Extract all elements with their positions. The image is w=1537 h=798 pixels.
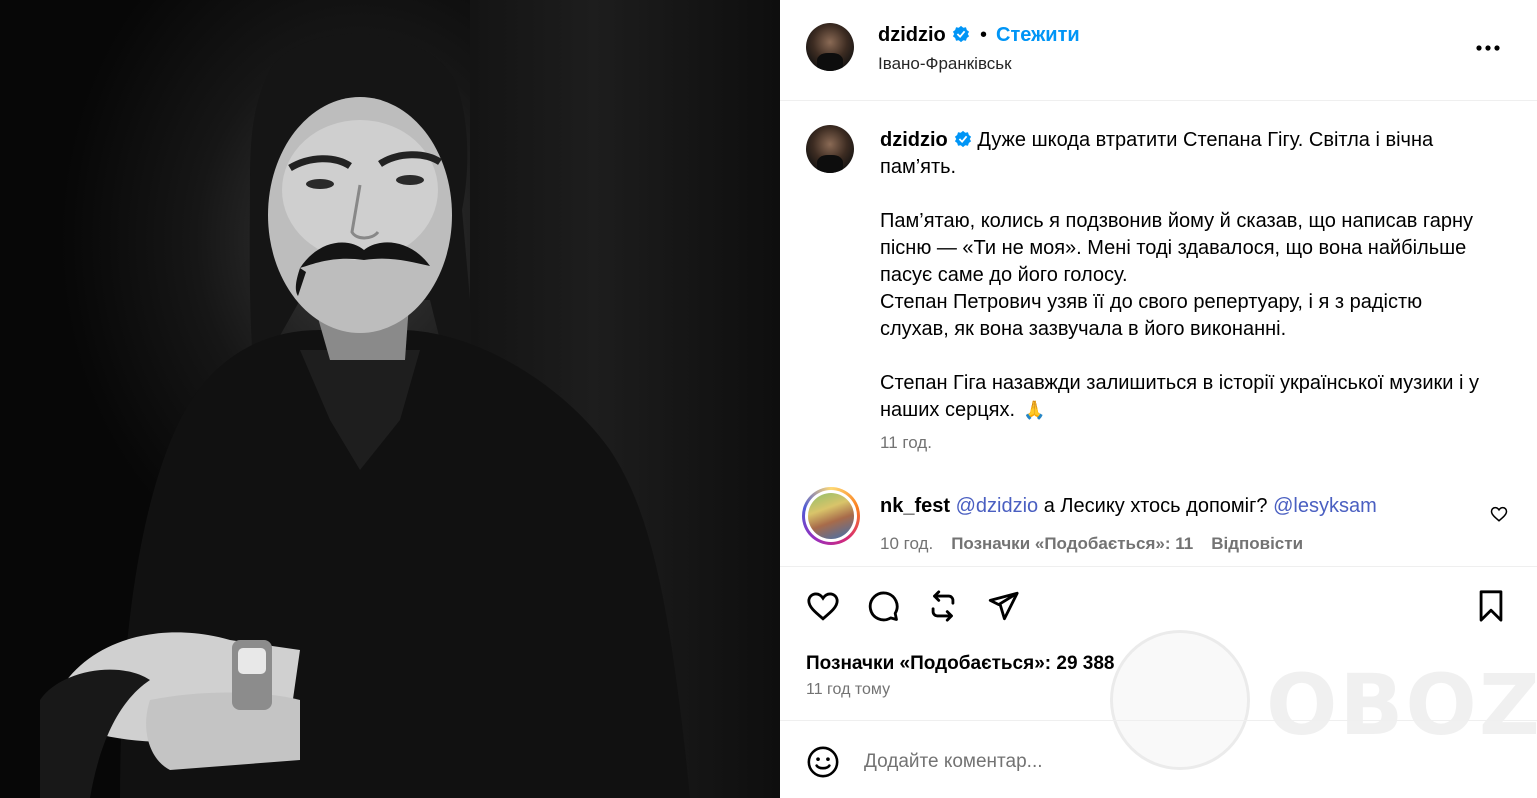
- reply-button[interactable]: Відповісти: [1211, 534, 1303, 553]
- post-details-panel: dzidzio • Стежити Івано-Франківськ dzidz…: [780, 0, 1537, 798]
- share-send-icon[interactable]: [986, 589, 1020, 623]
- comment-mention-2[interactable]: @lesyksam: [1273, 495, 1377, 517]
- add-comment-input[interactable]: [864, 745, 1424, 779]
- follow-button[interactable]: Стежити: [996, 24, 1080, 47]
- comment-bubble-icon[interactable]: [866, 589, 900, 623]
- comment-item: nk_fest @dzidzio а Лесику хтось допоміг?…: [780, 487, 1537, 553]
- comment-meta: 10 год. Позначки «Подобається»: 11 Відпові…: [880, 534, 1303, 554]
- save-bookmark-icon[interactable]: [1474, 589, 1508, 623]
- post-time-ago[interactable]: 11 год тому: [806, 681, 890, 699]
- comment-body: а Лесику хтось допоміг?: [1043, 495, 1268, 517]
- like-heart-icon[interactable]: [806, 589, 840, 623]
- post-likes-count[interactable]: Позначки «Подобається»: 29 388: [806, 653, 1115, 675]
- caption-text: dzidzio Дуже шкода втратити Степана Гігу…: [880, 127, 1490, 424]
- comment-like-heart-icon[interactable]: [1490, 505, 1508, 523]
- emoji-picker-icon[interactable]: [806, 745, 840, 779]
- comment-likes-link[interactable]: Позначки «Подобається»: 11: [951, 534, 1193, 553]
- post-location[interactable]: Івано-Франківськ: [878, 54, 1012, 74]
- post-actions: Позначки «Подобається»: 29 388 11 год то…: [780, 566, 1537, 720]
- author-avatar[interactable]: [806, 23, 854, 71]
- praying-hands-emoji: 🙏: [1023, 400, 1046, 420]
- caption-username[interactable]: dzidzio: [880, 129, 948, 151]
- more-options-icon[interactable]: [1474, 34, 1502, 62]
- caption-paragraph-2a: Пам’ятаю, колись я подзвонив йому й сказ…: [880, 210, 1474, 286]
- portrait-illustration: [40, 33, 690, 798]
- add-comment-bar: [780, 720, 1537, 798]
- comment-text: nk_fest @dzidzio а Лесику хтось допоміг?…: [880, 495, 1377, 518]
- caption-paragraph-3: Степан Гіга назавжди залишиться в історі…: [880, 372, 1479, 421]
- repost-icon[interactable]: [926, 589, 960, 623]
- verified-badge-icon: [952, 25, 969, 43]
- commenter-username[interactable]: nk_fest: [880, 495, 950, 517]
- verified-badge-icon: [954, 130, 971, 148]
- caption-timestamp[interactable]: 11 год.: [880, 433, 932, 453]
- caption-paragraph-2b: Степан Петрович узяв її до свого реперту…: [880, 291, 1423, 340]
- commenter-story-avatar[interactable]: [802, 487, 860, 545]
- separator-dot: •: [980, 24, 988, 46]
- comment-mention-1[interactable]: @dzidzio: [956, 495, 1039, 517]
- author-username[interactable]: dzidzio: [878, 24, 970, 47]
- post-photo[interactable]: [0, 0, 780, 798]
- post-header: dzidzio • Стежити Івано-Франківськ: [780, 0, 1537, 101]
- caption-author-avatar[interactable]: [806, 125, 854, 173]
- comment-timestamp[interactable]: 10 год.: [880, 534, 933, 553]
